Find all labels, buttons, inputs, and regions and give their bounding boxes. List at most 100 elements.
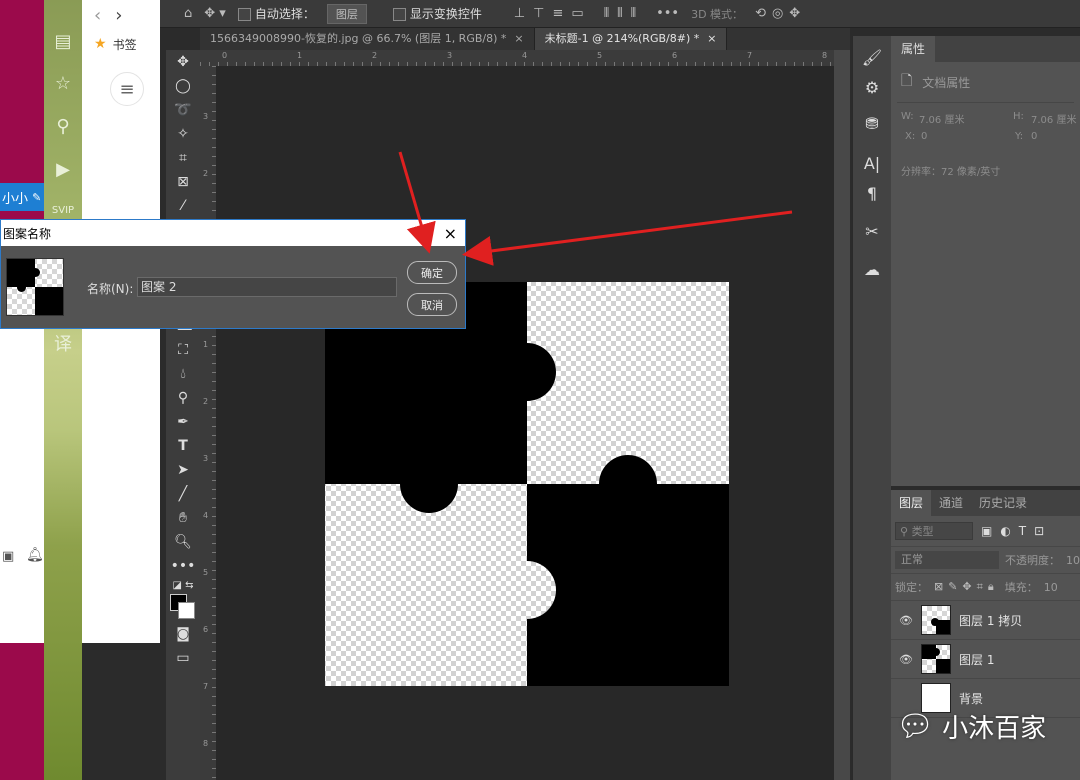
brush-icon[interactable]: 🖌︎: [853, 42, 891, 72]
auto-select-dropdown[interactable]: 图层: [326, 3, 367, 24]
more-options-icon[interactable]: •••: [656, 6, 679, 21]
tool-presets-icon[interactable]: ✂: [853, 216, 891, 246]
tab-history[interactable]: 历史记录: [971, 490, 1035, 516]
h-value[interactable]: 7.06 厘米: [1031, 111, 1076, 126]
fill-label: 填充：: [1004, 581, 1038, 594]
layer-filter-input[interactable]: ⚲ 类型: [895, 522, 973, 540]
video-icon[interactable]: ▶: [50, 156, 76, 182]
pen-icon[interactable]: ✒: [166, 410, 200, 434]
move-tool-icon[interactable]: ✥ ▾: [204, 6, 226, 21]
translate-icon[interactable]: 译: [50, 330, 76, 356]
ruler-number: 1: [297, 51, 303, 60]
3d-tools-icons[interactable]: ⟲◎✥: [755, 6, 806, 21]
bookmarks-link[interactable]: ★ 书签: [82, 30, 160, 58]
lock-label: 锁定：: [895, 581, 928, 594]
tab-properties[interactable]: 属性: [891, 36, 936, 62]
show-transform-checkbox[interactable]: 显示变换控件: [392, 5, 482, 22]
tab-channels[interactable]: 通道: [931, 490, 971, 516]
magic-wand-icon[interactable]: ✧: [166, 122, 200, 146]
character-icon[interactable]: A|: [853, 148, 891, 178]
layer-name[interactable]: 图层 1 拷贝: [959, 612, 1022, 629]
partial-text: 小小: [2, 191, 29, 207]
layer-row[interactable]: 👁︎ 图层 1 拷贝: [891, 601, 1080, 640]
eye-icon[interactable]: 👁︎: [899, 653, 913, 666]
zoom-icon[interactable]: 🔍︎: [166, 530, 200, 554]
auto-select-checkbox[interactable]: 自动选择：: [237, 5, 315, 22]
eyedropper-icon[interactable]: ⁄: [166, 194, 200, 218]
move-icon[interactable]: ✥: [166, 50, 200, 74]
ruler-vertical: 321012345678: [200, 66, 217, 780]
hand-icon[interactable]: ✋︎: [166, 506, 200, 530]
close-icon[interactable]: ×: [444, 224, 457, 243]
ruler-number: 6: [672, 51, 678, 60]
bell-icon[interactable]: 🔔︎: [26, 547, 44, 563]
swap-colors-icon[interactable]: ◪ ⇆: [166, 578, 200, 592]
align-icons[interactable]: ⊥⊤≡▭: [514, 6, 592, 21]
ruler-number: 7: [747, 51, 753, 60]
eye-icon[interactable]: 👁︎: [899, 614, 913, 627]
lasso-icon[interactable]: ➰: [166, 98, 200, 122]
calendar-icon[interactable]: ▣: [2, 549, 14, 564]
ok-button[interactable]: 确定: [407, 261, 457, 284]
dodge-icon[interactable]: ⚲: [166, 386, 200, 410]
frame-icon[interactable]: ⊠: [166, 170, 200, 194]
partial-highlight-bar: 小小 ✎: [0, 183, 46, 211]
cloud-icon[interactable]: ☁: [853, 254, 891, 284]
screen-mode-icon[interactable]: ▭: [166, 646, 200, 670]
adjust-icon[interactable]: ⚙: [853, 72, 891, 102]
crop-icon[interactable]: ⌗: [166, 146, 200, 170]
tab-document-1[interactable]: 1566349008990-恢复的.jpg @ 66.7% (图层 1, RGB…: [200, 28, 535, 50]
pattern-preview: [6, 258, 64, 316]
dialog-title: 图案名称: [3, 226, 52, 241]
distribute-icons[interactable]: ⫴⫴⫴: [604, 6, 644, 21]
close-icon[interactable]: ×: [514, 32, 523, 45]
w-value[interactable]: 7.06 厘米: [919, 111, 964, 126]
blend-mode-select[interactable]: 正常: [895, 551, 999, 569]
type-icon[interactable]: T: [166, 434, 200, 458]
path-select-icon[interactable]: ➤: [166, 458, 200, 482]
layer-row[interactable]: 👁︎ 图层 1: [891, 640, 1080, 679]
opacity-value[interactable]: 10: [1066, 554, 1080, 567]
news-icon[interactable]: ▤: [50, 28, 76, 54]
tab-right-top: [498, 343, 556, 401]
ruler-number: 8: [203, 739, 209, 748]
lock-icons[interactable]: ⊠✎✥⌗🔒︎: [934, 580, 999, 594]
x-value[interactable]: 0: [921, 131, 927, 142]
puzzle-canvas[interactable]: [216, 66, 834, 780]
cancel-button[interactable]: 取消: [407, 293, 457, 316]
layer-thumbnail: [921, 644, 951, 674]
tab-right-bottom: [498, 561, 556, 619]
home-icon[interactable]: ⌂: [184, 6, 192, 21]
blur-icon[interactable]: 💧︎: [166, 362, 200, 386]
ruler-number: 2: [203, 397, 209, 406]
tab-document-2[interactable]: 未标题-1 @ 214%(RGB/8#) * ×: [534, 28, 728, 50]
color-swatches[interactable]: [166, 592, 200, 622]
quick-mask-icon[interactable]: ◙: [166, 622, 200, 646]
stamp-icon[interactable]: ⛃: [853, 108, 891, 138]
back-button[interactable]: ‹: [94, 5, 101, 26]
paint-bucket-icon[interactable]: ⛶: [166, 338, 200, 362]
menu-icon[interactable]: ≡: [110, 72, 144, 106]
ruler-number: 5: [597, 51, 603, 60]
resolution-text: 分辨率：72 像素/英寸: [901, 167, 1001, 178]
pattern-name-input[interactable]: 图案 2: [137, 277, 397, 297]
more-tools-icon[interactable]: •••: [166, 554, 200, 578]
ruler-number: 2: [372, 51, 378, 60]
marquee-icon[interactable]: ◯: [166, 74, 200, 98]
auto-select-label: 自动选择：: [254, 7, 315, 21]
canvas-workspace[interactable]: [216, 66, 834, 780]
fill-value[interactable]: 10: [1044, 581, 1058, 594]
star-icon[interactable]: ☆: [50, 70, 76, 96]
paragraph-icon[interactable]: ¶: [853, 178, 891, 208]
forward-button[interactable]: ›: [115, 5, 122, 26]
layer-name[interactable]: 背景: [959, 690, 983, 707]
pattern-name-dialog: 图案名称 × 名称(N): 图案 2 确定 取消: [0, 219, 466, 329]
line-icon[interactable]: ╱: [166, 482, 200, 506]
show-transform-label: 显示变换控件: [409, 7, 482, 21]
tab-layers[interactable]: 图层: [891, 490, 932, 516]
y-value[interactable]: 0: [1031, 131, 1037, 142]
filter-icons[interactable]: ▣◐T⊡: [981, 524, 1052, 538]
close-icon[interactable]: ×: [707, 32, 716, 45]
layer-name[interactable]: 图层 1: [959, 651, 994, 668]
search-icon[interactable]: ⚲: [50, 113, 76, 139]
